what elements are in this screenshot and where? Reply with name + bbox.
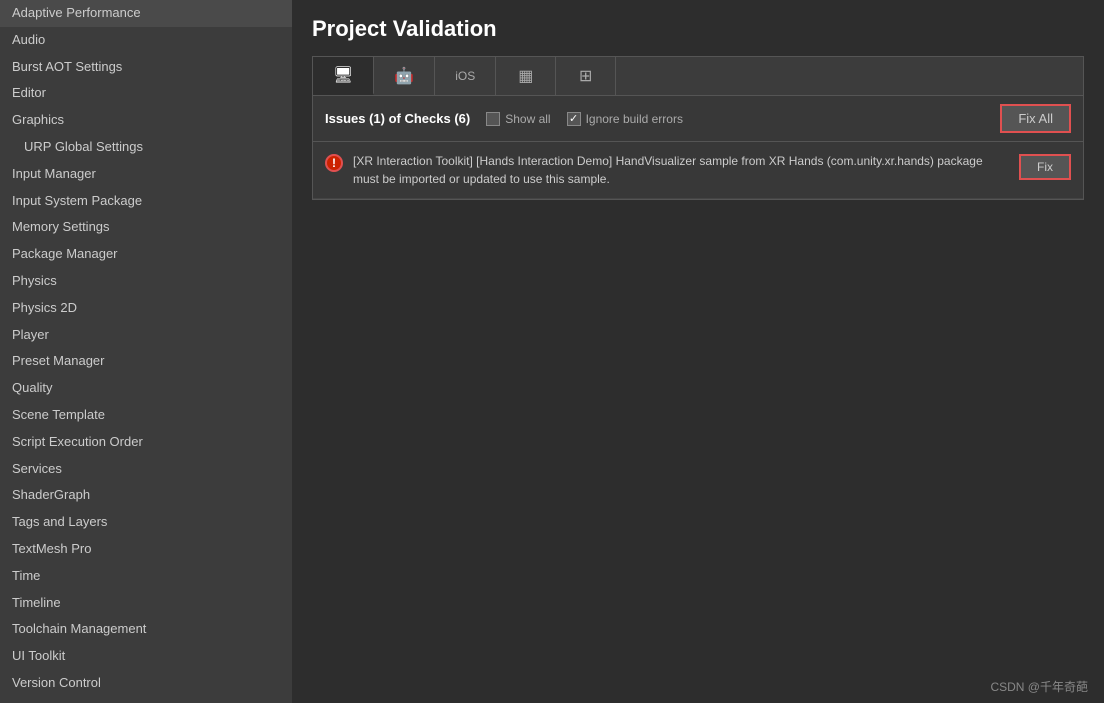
sidebar-item-burst-aot[interactable]: Burst AOT Settings — [0, 54, 292, 81]
sidebar-item-services[interactable]: Services — [0, 456, 292, 483]
sidebar-item-time[interactable]: Time — [0, 563, 292, 590]
tab-desktop[interactable]: 🖥 — [313, 57, 374, 95]
content-area: 🖥 🤖 iOS ▦ ⊞ Issues (1) of Checks (6) Sho… — [312, 56, 1084, 200]
ios-icon: iOS — [455, 69, 475, 83]
error-icon: ! — [325, 154, 343, 172]
show-all-container: Show all — [486, 112, 550, 126]
issue-text: [XR Interaction Toolkit] [Hands Interact… — [353, 152, 1009, 188]
tab-webgl[interactable]: ▦ — [496, 57, 556, 95]
issue-row: ! [XR Interaction Toolkit] [Hands Intera… — [313, 142, 1083, 199]
ignore-label-container: Ignore build errors — [567, 112, 683, 126]
sidebar-item-textmesh[interactable]: TextMesh Pro — [0, 536, 292, 563]
sidebar-item-input-manager[interactable]: Input Manager — [0, 161, 292, 188]
sidebar-item-package-manager[interactable]: Package Manager — [0, 241, 292, 268]
sidebar-item-memory-settings[interactable]: Memory Settings — [0, 214, 292, 241]
page-title: Project Validation — [312, 16, 1084, 42]
android-icon: 🤖 — [394, 66, 414, 86]
sidebar-item-physics2d[interactable]: Physics 2D — [0, 295, 292, 322]
ignore-label: Ignore build errors — [586, 112, 683, 126]
show-all-label: Show all — [505, 112, 550, 126]
sidebar-item-urp-global[interactable]: URP Global Settings — [0, 134, 292, 161]
windows-icon: ⊞ — [579, 66, 592, 86]
sidebar-item-toolchain[interactable]: Toolchain Management — [0, 616, 292, 643]
sidebar-item-script-exec[interactable]: Script Execution Order — [0, 429, 292, 456]
issues-title: Issues (1) of Checks (6) — [325, 111, 470, 126]
desktop-icon: 🖥 — [333, 65, 353, 85]
sidebar-item-input-system[interactable]: Input System Package — [0, 188, 292, 215]
ignore-checkbox[interactable] — [567, 112, 581, 126]
show-all-checkbox[interactable] — [486, 112, 500, 126]
sidebar-item-physics[interactable]: Physics — [0, 268, 292, 295]
tab-android[interactable]: 🤖 — [374, 57, 435, 95]
sidebar-item-scene-template[interactable]: Scene Template — [0, 402, 292, 429]
sidebar-item-preset-manager[interactable]: Preset Manager — [0, 348, 292, 375]
tab-windows[interactable]: ⊞ — [556, 57, 616, 95]
sidebar-item-audio[interactable]: Audio — [0, 27, 292, 54]
tab-ios[interactable]: iOS — [435, 57, 496, 95]
sidebar-item-timeline[interactable]: Timeline — [0, 590, 292, 617]
sidebar-item-editor[interactable]: Editor — [0, 80, 292, 107]
webgl-icon: ▦ — [518, 66, 533, 86]
sidebar-item-quality[interactable]: Quality — [0, 375, 292, 402]
sidebar-item-version-control[interactable]: Version Control — [0, 670, 292, 697]
sidebar: Adaptive PerformanceAudioBurst AOT Setti… — [0, 0, 292, 703]
sidebar-item-ui-toolkit[interactable]: UI Toolkit — [0, 643, 292, 670]
footer-watermark: CSDN @千年奇葩 — [990, 678, 1088, 695]
issues-header: Issues (1) of Checks (6) Show all Ignore… — [313, 96, 1083, 142]
platform-tabs: 🖥 🤖 iOS ▦ ⊞ — [313, 57, 1083, 96]
sidebar-item-shadergraph[interactable]: ShaderGraph — [0, 482, 292, 509]
fix-all-button[interactable]: Fix All — [1000, 104, 1071, 133]
sidebar-item-graphics[interactable]: Graphics — [0, 107, 292, 134]
sidebar-item-player[interactable]: Player — [0, 322, 292, 349]
sidebar-item-visual-scripting[interactable]: Visual Scripting — [0, 697, 292, 703]
main-content: Project Validation 🖥 🤖 iOS ▦ ⊞ Issues (1… — [292, 0, 1104, 703]
sidebar-item-tags-layers[interactable]: Tags and Layers — [0, 509, 292, 536]
sidebar-item-adaptive-performance[interactable]: Adaptive Performance — [0, 0, 292, 27]
fix-button[interactable]: Fix — [1019, 154, 1071, 180]
